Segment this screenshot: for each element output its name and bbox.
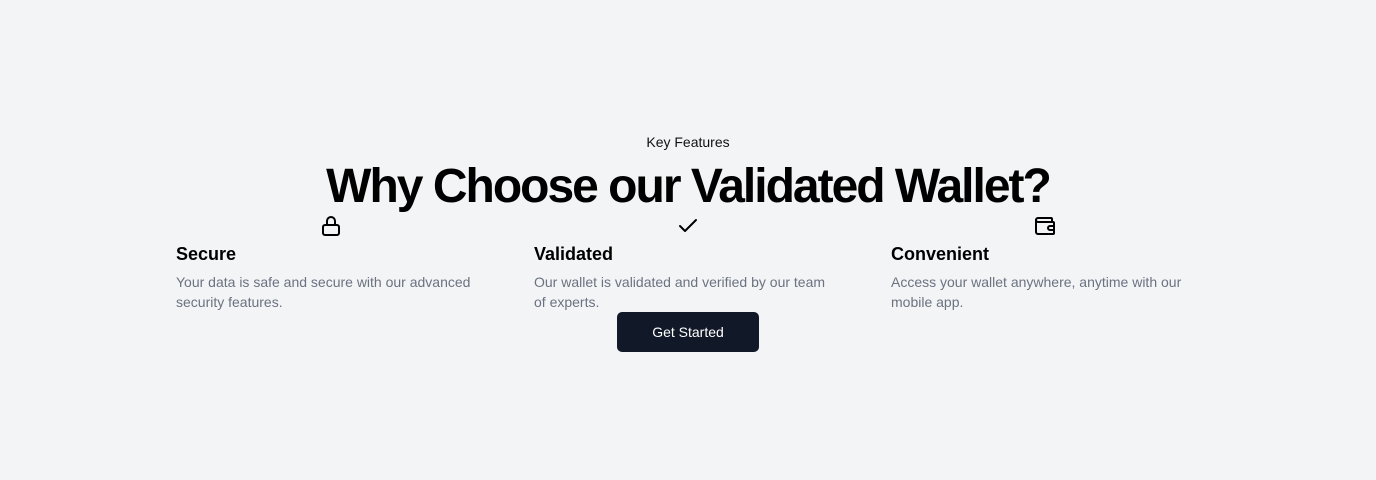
section-eyebrow: Key Features <box>646 134 730 150</box>
feature-title: Validated <box>534 244 614 264</box>
feature-description: Our wallet is validated and verified by … <box>534 274 826 310</box>
get-started-button[interactable]: Get Started <box>617 312 759 352</box>
lock-icon <box>322 216 340 236</box>
feature-description: Access your wallet anywhere, anytime wit… <box>891 274 1182 310</box>
feature-description: Your data is safe and secure with our ad… <box>176 274 471 310</box>
feature-title: Secure <box>176 244 237 264</box>
section-headline: Why Choose our Validated Wallet? <box>326 160 1052 213</box>
feature-title: Convenient <box>891 244 990 264</box>
wallet-icon <box>1035 217 1055 235</box>
check-icon <box>679 219 697 232</box>
